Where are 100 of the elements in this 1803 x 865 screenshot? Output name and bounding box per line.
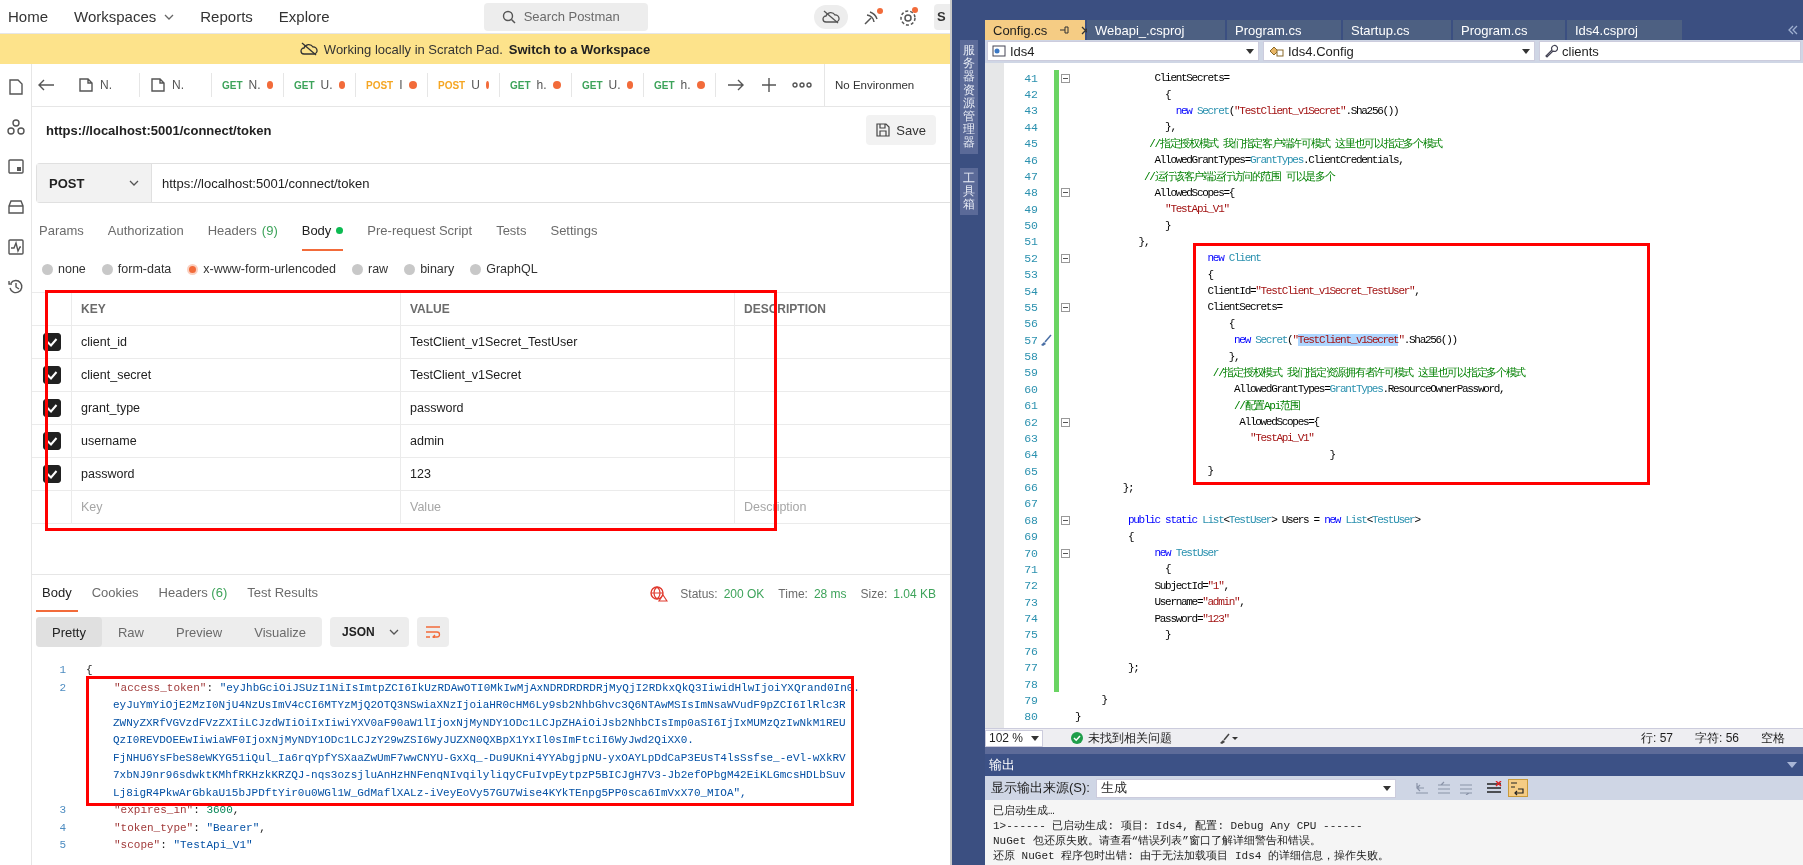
body-type-radio[interactable]: GraphQL <box>470 262 538 276</box>
response-tab[interactable]: Headers (6) <box>152 575 234 612</box>
forward-icon[interactable] <box>726 78 746 92</box>
navigation-dropdown[interactable]: Ids4.Config <box>1263 41 1535 61</box>
section-tab[interactable]: Pre-request Script <box>367 211 473 251</box>
view-mode-tab[interactable]: Visualize <box>238 617 323 647</box>
body-type-radio[interactable]: binary <box>404 262 455 276</box>
document-tab[interactable]: Ids4.csproj <box>1567 20 1682 40</box>
nav-link[interactable]: Workspaces <box>74 8 175 25</box>
output-source-select[interactable]: 生成 <box>1095 778 1396 798</box>
body-type-radio[interactable]: x-www-form-urlencoded <box>187 262 336 276</box>
body-type-radio[interactable]: none <box>42 262 86 276</box>
collapse-icon[interactable] <box>1061 548 1070 558</box>
navigation-dropdown[interactable]: clients <box>1539 41 1801 61</box>
document-tab[interactable]: Program.cs <box>1227 20 1341 40</box>
code-line: Username="admin", <box>1153 596 1245 609</box>
collapse-icon[interactable] <box>1061 188 1070 198</box>
settings-icon[interactable] <box>898 6 920 27</box>
collapse-icon[interactable] <box>1061 253 1070 263</box>
request-tab[interactable]: GET h. <box>500 73 572 97</box>
tab-title: N. <box>172 78 184 92</box>
body-type-radio[interactable]: raw <box>352 262 389 276</box>
history-icon[interactable] <box>6 278 25 296</box>
brush-icon[interactable] <box>1219 732 1239 744</box>
document-tab[interactable]: Webapi_.csproj <box>1087 20 1225 40</box>
navigation-dropdown[interactable]: Ids4 <box>987 41 1259 61</box>
account-button[interactable]: S <box>934 3 950 30</box>
apis-icon[interactable] <box>6 118 25 136</box>
section-tab[interactable]: Body <box>301 211 344 251</box>
line-number: 60 <box>1023 382 1038 396</box>
collapse-icon[interactable] <box>1061 515 1070 525</box>
search-field[interactable]: Search Postman <box>483 2 648 31</box>
response-tab[interactable]: Body <box>36 575 78 612</box>
method-select[interactable]: POST <box>37 164 152 202</box>
nav-link[interactable]: Home <box>8 8 48 25</box>
environment-select[interactable]: No Environmen <box>824 64 915 106</box>
request-tab[interactable]: GET N. <box>212 73 284 97</box>
overflow-icon[interactable] <box>1787 25 1799 35</box>
nav-link[interactable]: Reports <box>200 8 253 25</box>
body-type-radio[interactable]: form-data <box>101 262 172 276</box>
globe-alert-icon[interactable] <box>650 585 669 602</box>
add-icon[interactable] <box>762 78 776 92</box>
clear-all-icon[interactable] <box>1485 781 1502 795</box>
satellite-icon[interactable] <box>862 6 884 27</box>
request-tab[interactable]: N. <box>68 73 140 97</box>
code-line: } <box>1206 465 1213 478</box>
method-label: GET <box>582 79 603 91</box>
line-number: 66 <box>1023 481 1038 495</box>
request-tab[interactable]: GET U. <box>572 73 644 97</box>
request-tab[interactable]: GET U. <box>284 73 356 97</box>
collapse-icon[interactable] <box>1061 417 1070 427</box>
zoom-select[interactable]: 102 % <box>985 729 1043 747</box>
brush-icon[interactable] <box>1039 334 1053 347</box>
code-line: Password="123" <box>1153 612 1229 625</box>
view-mode-tab[interactable]: Preview <box>160 617 239 647</box>
section-tab[interactable]: Params <box>39 211 84 251</box>
response-tab[interactable]: Test Results <box>241 575 325 612</box>
side-panel-tab[interactable]: 服务器资源管理器 <box>959 40 978 154</box>
url-field[interactable]: https://localhost:5001/connect/token <box>152 164 950 202</box>
line-number: 56 <box>1023 317 1038 331</box>
dropdown-caret-icon[interactable] <box>1787 762 1797 768</box>
code-line: new Client <box>1206 252 1261 265</box>
request-tab[interactable]: POST U <box>428 73 500 97</box>
line-number: 43 <box>1023 104 1038 118</box>
code-line: ZWNyZXRfVGVzdFVzZXIiLCJzdWIiOiIxIiwiYXV0aF90aW1lIjoxNjMyNDY1ODc1LCJpZHAiOiJsb2NhbCIsImp0aSI6IjIxMUMzQzIwNkM1REU <box>112 715 847 731</box>
line-number: 52 <box>1023 251 1038 265</box>
section-tab[interactable]: Authorization <box>107 211 184 251</box>
environments-icon[interactable] <box>6 158 25 176</box>
line-number: 73 <box>1023 595 1038 609</box>
more-icon[interactable] <box>792 82 812 88</box>
dropdown-value: Ids4.Config <box>1288 43 1354 59</box>
collapse-icon[interactable] <box>1061 73 1070 83</box>
server-icon[interactable] <box>6 198 25 216</box>
request-tab[interactable]: GET h. <box>644 73 716 97</box>
cloud-off-button[interactable] <box>814 4 848 29</box>
workspace-link[interactable]: Switch to a Workspace <box>508 41 651 57</box>
side-panel-tab[interactable]: 工具箱 <box>959 167 978 216</box>
monitor-icon[interactable] <box>6 238 25 256</box>
output-line: NuGet 包还原失败。请查看“错误列表”窗口了解详细警告和错误。 <box>993 834 1322 849</box>
word-wrap-toggle[interactable] <box>1507 779 1528 797</box>
save-button[interactable]: Save <box>866 115 936 145</box>
nav-link[interactable]: Explore <box>278 8 330 25</box>
section-tab[interactable]: Settings <box>550 211 598 251</box>
format-select[interactable]: JSON <box>330 617 409 647</box>
request-tab[interactable]: N. <box>140 73 212 97</box>
document-tab[interactable]: Startup.cs <box>1343 20 1451 40</box>
collapse-icon[interactable] <box>1061 302 1070 312</box>
document-icon <box>78 77 94 93</box>
collections-icon[interactable] <box>6 78 25 96</box>
tab-title: I <box>399 78 403 92</box>
response-tab[interactable]: Cookies <box>85 575 145 612</box>
view-mode-tab[interactable]: Raw <box>101 617 160 647</box>
document-tab[interactable]: Program.cs <box>1453 20 1565 40</box>
view-mode-tab[interactable]: Pretty <box>36 617 102 647</box>
request-tab[interactable]: POST I <box>356 73 428 97</box>
document-tab[interactable]: Config.cs <box>985 20 1085 40</box>
back-icon[interactable] <box>36 78 56 92</box>
method-label: POST <box>438 79 466 91</box>
section-tab[interactable]: Headers (9) <box>207 211 278 251</box>
section-tab[interactable]: Tests <box>496 211 527 251</box>
